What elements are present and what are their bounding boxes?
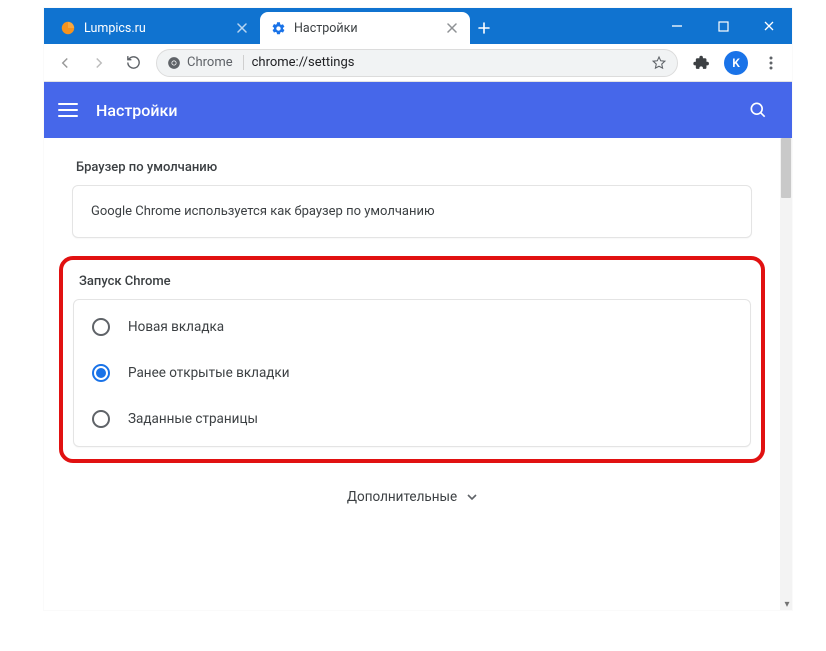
avatar[interactable]: K bbox=[724, 51, 748, 75]
advanced-toggle[interactable]: Дополнительные bbox=[347, 489, 477, 505]
tab-settings[interactable]: Настройки bbox=[260, 12, 470, 44]
forward-button[interactable] bbox=[84, 48, 114, 78]
extensions-icon[interactable] bbox=[686, 48, 716, 78]
search-icon[interactable] bbox=[748, 100, 768, 120]
reload-button[interactable] bbox=[118, 48, 148, 78]
radio-specific-pages[interactable]: Заданные страницы bbox=[74, 396, 750, 442]
chrome-logo-icon bbox=[167, 56, 181, 70]
content-scroll[interactable]: Браузер по умолчанию Google Chrome испол… bbox=[44, 138, 780, 610]
browser-window: Lumpics.ru Настройки bbox=[44, 8, 792, 610]
section-title: Браузер по умолчанию bbox=[76, 160, 752, 175]
maximize-button[interactable] bbox=[700, 8, 746, 44]
default-browser-card: Google Chrome используется как браузер п… bbox=[72, 185, 752, 238]
chevron-down-icon bbox=[467, 492, 477, 502]
on-startup-highlight: Запуск Chrome Новая вкладка Ранее открыт… bbox=[59, 256, 765, 463]
scrollbar-track[interactable]: ▴ ▾ bbox=[780, 138, 792, 610]
tab-close-icon[interactable] bbox=[444, 20, 460, 36]
avatar-initial: K bbox=[732, 56, 740, 70]
default-browser-section: Браузер по умолчанию Google Chrome испол… bbox=[72, 154, 752, 238]
tab-close-icon[interactable] bbox=[234, 20, 250, 36]
on-startup-card: Новая вкладка Ранее открытые вкладки Зад… bbox=[73, 299, 751, 447]
tab-lumpics[interactable]: Lumpics.ru bbox=[50, 12, 260, 44]
close-window-button[interactable] bbox=[746, 8, 792, 44]
section-title: Запуск Chrome bbox=[79, 274, 751, 289]
settings-title: Настройки bbox=[96, 101, 177, 120]
radio-continue[interactable]: Ранее открытые вкладки bbox=[74, 350, 750, 396]
default-browser-text: Google Chrome используется как браузер п… bbox=[91, 204, 435, 219]
titlebar: Lumpics.ru Настройки bbox=[44, 8, 792, 44]
chrome-chip-label: Chrome bbox=[187, 55, 233, 70]
url-text: chrome://settings bbox=[252, 55, 355, 70]
radio-icon bbox=[92, 318, 110, 336]
minimize-button[interactable] bbox=[654, 8, 700, 44]
window-controls bbox=[654, 8, 792, 44]
radio-new-tab[interactable]: Новая вкладка bbox=[74, 304, 750, 350]
radio-icon bbox=[92, 364, 110, 382]
radio-label: Ранее открытые вкладки bbox=[128, 365, 290, 381]
omnibox[interactable]: Chrome chrome://settings bbox=[156, 49, 678, 77]
tab-title: Lumpics.ru bbox=[84, 21, 226, 36]
hamburger-icon[interactable] bbox=[58, 102, 78, 118]
scroll-down-icon[interactable]: ▾ bbox=[781, 598, 792, 610]
new-tab-button[interactable] bbox=[470, 12, 498, 44]
toolbar: Chrome chrome://settings K bbox=[44, 44, 792, 82]
advanced-label: Дополнительные bbox=[347, 489, 457, 505]
settings-header: Настройки bbox=[44, 82, 792, 138]
back-button[interactable] bbox=[50, 48, 80, 78]
bookmark-star-icon[interactable] bbox=[651, 55, 667, 71]
radio-icon bbox=[92, 410, 110, 428]
content-area: Браузер по умолчанию Google Chrome испол… bbox=[44, 138, 792, 610]
radio-label: Новая вкладка bbox=[128, 319, 224, 335]
gear-icon bbox=[270, 20, 286, 36]
menu-button[interactable] bbox=[756, 48, 786, 78]
scrollbar-thumb[interactable] bbox=[781, 138, 791, 198]
lumpics-favicon-icon bbox=[60, 20, 76, 36]
chrome-chip: Chrome bbox=[167, 55, 244, 70]
radio-label: Заданные страницы bbox=[128, 411, 258, 427]
tab-title: Настройки bbox=[294, 21, 436, 36]
